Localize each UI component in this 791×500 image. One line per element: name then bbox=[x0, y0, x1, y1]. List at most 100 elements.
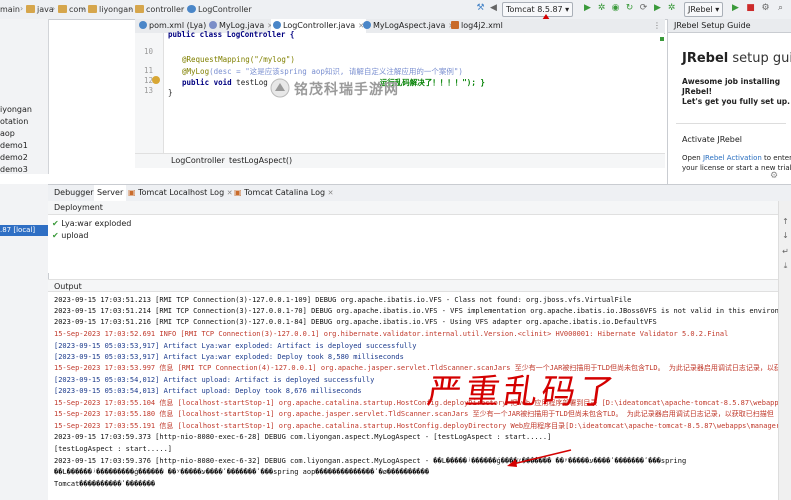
annotation-text: 严重乱码了 bbox=[424, 372, 621, 412]
code-line: } bbox=[168, 88, 173, 97]
breadcrumb-controller[interactable]: controller bbox=[135, 3, 184, 16]
search-icon[interactable]: ⌕ bbox=[775, 3, 786, 14]
server-node[interactable]: .87 [local] bbox=[0, 225, 48, 236]
scroll-down-icon[interactable]: ↓ bbox=[781, 231, 790, 240]
breadcrumb-separator: › bbox=[20, 4, 24, 13]
project-sidebar: iyongan otation aop demo1 demo2 demo3 bbox=[0, 19, 49, 174]
deployment-header: Deployment bbox=[48, 201, 778, 215]
log-line: [testLogAspect : start.....] bbox=[54, 445, 173, 453]
jrebel-debug-icon[interactable]: ✲ bbox=[666, 3, 677, 14]
profile-icon[interactable]: ↻ bbox=[624, 3, 635, 14]
run-icon[interactable]: ▶ bbox=[582, 3, 593, 14]
settings-icon[interactable]: ⚙ bbox=[760, 3, 771, 14]
log-line: 15-Sep-2023 17:03:55.180 信息 [localhost-s… bbox=[54, 410, 774, 418]
scroll-up-icon[interactable]: ↑ bbox=[781, 217, 790, 226]
breadcrumb-liyongan[interactable]: liyongan bbox=[88, 3, 133, 16]
tab-tomcat-catalina-log[interactable]: ▣ Tomcat Catalina Log ✕ bbox=[234, 185, 334, 201]
code-line: public class LogController { bbox=[168, 30, 295, 39]
debug-icon[interactable]: ✲ bbox=[596, 3, 607, 14]
divider bbox=[676, 123, 786, 124]
breadcrumb-java[interactable]: java bbox=[26, 3, 54, 16]
breadcrumb-separator: › bbox=[129, 4, 133, 13]
log-line: 15-Sep-2023 17:03:55.191 信息 [localhost-s… bbox=[54, 422, 791, 430]
back-icon[interactable]: ◀ bbox=[488, 3, 499, 14]
class-icon bbox=[187, 5, 196, 13]
close-icon[interactable]: ✕ bbox=[227, 189, 233, 197]
run-tab-strip: Debugger Server ▣ Tomcat Localhost Log ✕… bbox=[48, 184, 791, 202]
line-number-gutter: 10 11 12 13 bbox=[135, 33, 164, 153]
tab-tomcat-localhost-log[interactable]: ▣ Tomcat Localhost Log ✕ bbox=[128, 185, 233, 201]
services-tree: .87 [local] bbox=[0, 184, 49, 500]
log-line: 2023-09-15 17:03:59.376 [http-nio-8080-e… bbox=[54, 457, 687, 465]
log-line: [2023-09-15 05:03:54,013] Artifact uploa… bbox=[54, 387, 362, 395]
sidebar-item-iyongan[interactable]: iyongan bbox=[0, 105, 32, 114]
sidebar-item-otation[interactable]: otation bbox=[0, 117, 28, 126]
handwritten-annotation: 严重乱码了 bbox=[420, 364, 650, 412]
folder-icon bbox=[88, 5, 97, 13]
tab-mylogaspect-java[interactable]: MyLogAspect.java✕ bbox=[363, 19, 454, 33]
sidebar-item-demo2[interactable]: demo2 bbox=[0, 153, 28, 162]
watermark: 铭茂科瑞手游网 bbox=[270, 78, 420, 98]
update-icon[interactable]: ⟳ bbox=[638, 3, 649, 14]
jrebel-logo: JRebel setup guide bbox=[682, 51, 791, 66]
run-gutter-icon[interactable] bbox=[152, 76, 160, 84]
stop-icon[interactable]: ■ bbox=[745, 3, 756, 14]
breadcrumb-main[interactable]: main bbox=[0, 3, 20, 16]
jrebel-activate-text: Open JRebel Activation to enter your lic… bbox=[682, 154, 791, 172]
build-hammer-icon[interactable]: ⚒ bbox=[475, 3, 486, 14]
sidebar-item-aop[interactable]: aop bbox=[0, 129, 15, 138]
class-icon bbox=[363, 21, 371, 29]
coverage-icon[interactable]: ◉ bbox=[610, 3, 621, 14]
annotation-file-icon bbox=[209, 21, 217, 29]
jrebel-setup-panel: JRebel Setup Guide JRebel setup guide Aw… bbox=[667, 19, 791, 184]
xml-file-icon bbox=[451, 21, 459, 29]
breadcrumb-logcontroller[interactable]: LogController bbox=[187, 3, 252, 16]
navigation-bar: main › java › com › liyongan › controlle… bbox=[0, 0, 791, 20]
jrebel-intro: Awesome job installing JRebel! Let's get… bbox=[682, 77, 791, 106]
jrebel-panel-header: JRebel Setup Guide bbox=[668, 19, 791, 33]
line-number: 11 bbox=[143, 66, 153, 75]
jrebel-run-icon[interactable]: ▶ bbox=[652, 3, 663, 14]
tab-overflow-icon[interactable]: ⋮ bbox=[653, 19, 661, 33]
panel-settings-icon[interactable]: ⚙ bbox=[770, 171, 778, 181]
close-icon[interactable]: ✕ bbox=[328, 189, 334, 197]
maven-file-icon bbox=[139, 21, 147, 29]
tab-server[interactable]: Server bbox=[94, 185, 127, 201]
log-line: 15-Sep-2023 17:03:53.997 信息 [RMI TCP Con… bbox=[54, 364, 781, 372]
inspection-ok-icon bbox=[660, 37, 664, 41]
code-line: @RequestMapping("/mylog") bbox=[182, 55, 295, 64]
breadcrumb-separator: › bbox=[181, 4, 185, 13]
breadcrumb-separator: › bbox=[82, 4, 86, 13]
editor-crumb-class[interactable]: LogController bbox=[171, 156, 225, 165]
deployment-panel: Deployment ✔ Lya:war exploded ✔ upload bbox=[48, 201, 778, 273]
log-file-icon: ▣ bbox=[128, 188, 136, 197]
tab-debugger[interactable]: Debugger bbox=[54, 185, 94, 201]
log-line: Tomcat����������ʹ������� bbox=[54, 480, 156, 488]
folder-icon bbox=[58, 5, 67, 13]
line-number: 10 bbox=[143, 47, 153, 56]
console-toolbar: ↑ ↓ ↵ ⤓ bbox=[778, 201, 791, 500]
folder-icon bbox=[135, 5, 144, 13]
tab-log4j2-xml[interactable]: log4j2.xml bbox=[451, 19, 503, 33]
log-line: [2023-09-15 05:03:54,012] Artifact uploa… bbox=[54, 376, 375, 384]
breadcrumb-separator: › bbox=[221, 156, 225, 165]
deployed-check-icon: ✔ bbox=[52, 219, 59, 228]
wrap-icon[interactable]: ↵ bbox=[781, 247, 790, 256]
code-line: @MyLog(desc = "这是应该spring aop知识, 请解自定义注解… bbox=[182, 67, 463, 76]
editor-crumb-method[interactable]: testLogAspect() bbox=[229, 156, 292, 165]
deployed-check-icon: ✔ bbox=[52, 231, 59, 240]
rebuild-icon[interactable]: ▶ bbox=[730, 3, 741, 14]
output-header: Output bbox=[48, 279, 778, 292]
log-line: 2023-09-15 17:03:51.214 [RMI TCP Connect… bbox=[54, 307, 791, 315]
jrebel-activation-link[interactable]: JRebel Activation bbox=[703, 154, 762, 162]
folder-icon bbox=[26, 5, 35, 13]
sidebar-item-demo1[interactable]: demo1 bbox=[0, 141, 28, 150]
jrebel-select[interactable]: JRebel ▾ bbox=[684, 2, 724, 17]
breadcrumb-separator: › bbox=[52, 4, 56, 13]
sidebar-item-demo3[interactable]: demo3 bbox=[0, 165, 28, 174]
scroll-to-end-icon[interactable]: ⤓ bbox=[781, 261, 790, 270]
watermark-text: 铭茂科瑞手游网 bbox=[294, 82, 399, 98]
log-line: 2023-09-15 17:03:51.213 [RMI TCP Connect… bbox=[54, 296, 632, 304]
deployment-item[interactable]: ✔ Lya:war exploded bbox=[52, 219, 131, 228]
deployment-item[interactable]: ✔ upload bbox=[52, 231, 89, 240]
